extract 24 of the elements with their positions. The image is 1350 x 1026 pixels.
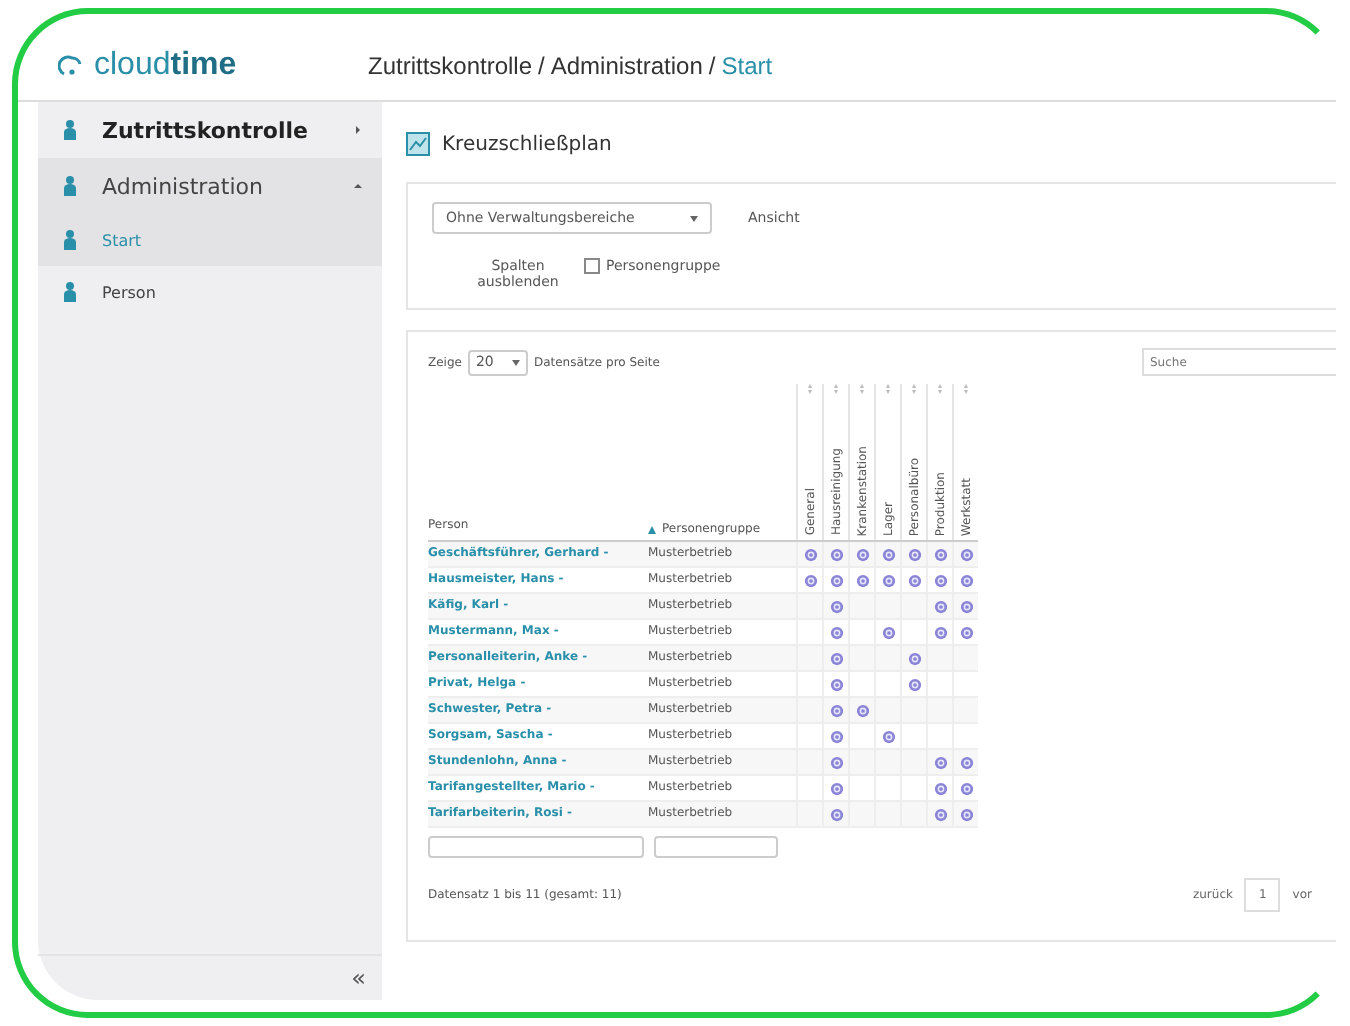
caret-down-icon: [690, 215, 698, 221]
person-filter-field[interactable]: [428, 836, 644, 858]
logo-text: cloudtime: [94, 47, 237, 83]
sidebar-item[interactable]: Administration: [38, 158, 382, 214]
checkbox[interactable]: [584, 258, 600, 274]
collapse-button[interactable]: «: [351, 964, 366, 992]
person-icon: [58, 228, 82, 252]
person-icon: [58, 280, 82, 304]
group-filter-field[interactable]: [654, 836, 778, 858]
breadcrumb-item[interactable]: Start: [721, 51, 773, 79]
caret-right-icon: [354, 126, 362, 134]
caret-up-icon: [354, 182, 362, 190]
person-icon: [58, 118, 82, 142]
breadcrumb-separator: /: [538, 51, 545, 79]
sidebar-item[interactable]: Zutrittskontrolle: [38, 102, 382, 158]
caret-down-icon: [511, 359, 520, 365]
chart-icon: [406, 132, 430, 156]
cloud-icon: [58, 53, 86, 77]
page-title: Kreuzschließplan: [442, 133, 612, 155]
sort-icon[interactable]: [648, 525, 656, 533]
breadcrumb-item[interactable]: Administration: [550, 51, 703, 79]
breadcrumb-item[interactable]: Zutrittskontrolle: [368, 51, 533, 79]
breadcrumb-separator: /: [708, 51, 716, 79]
person-icon: [58, 174, 82, 198]
